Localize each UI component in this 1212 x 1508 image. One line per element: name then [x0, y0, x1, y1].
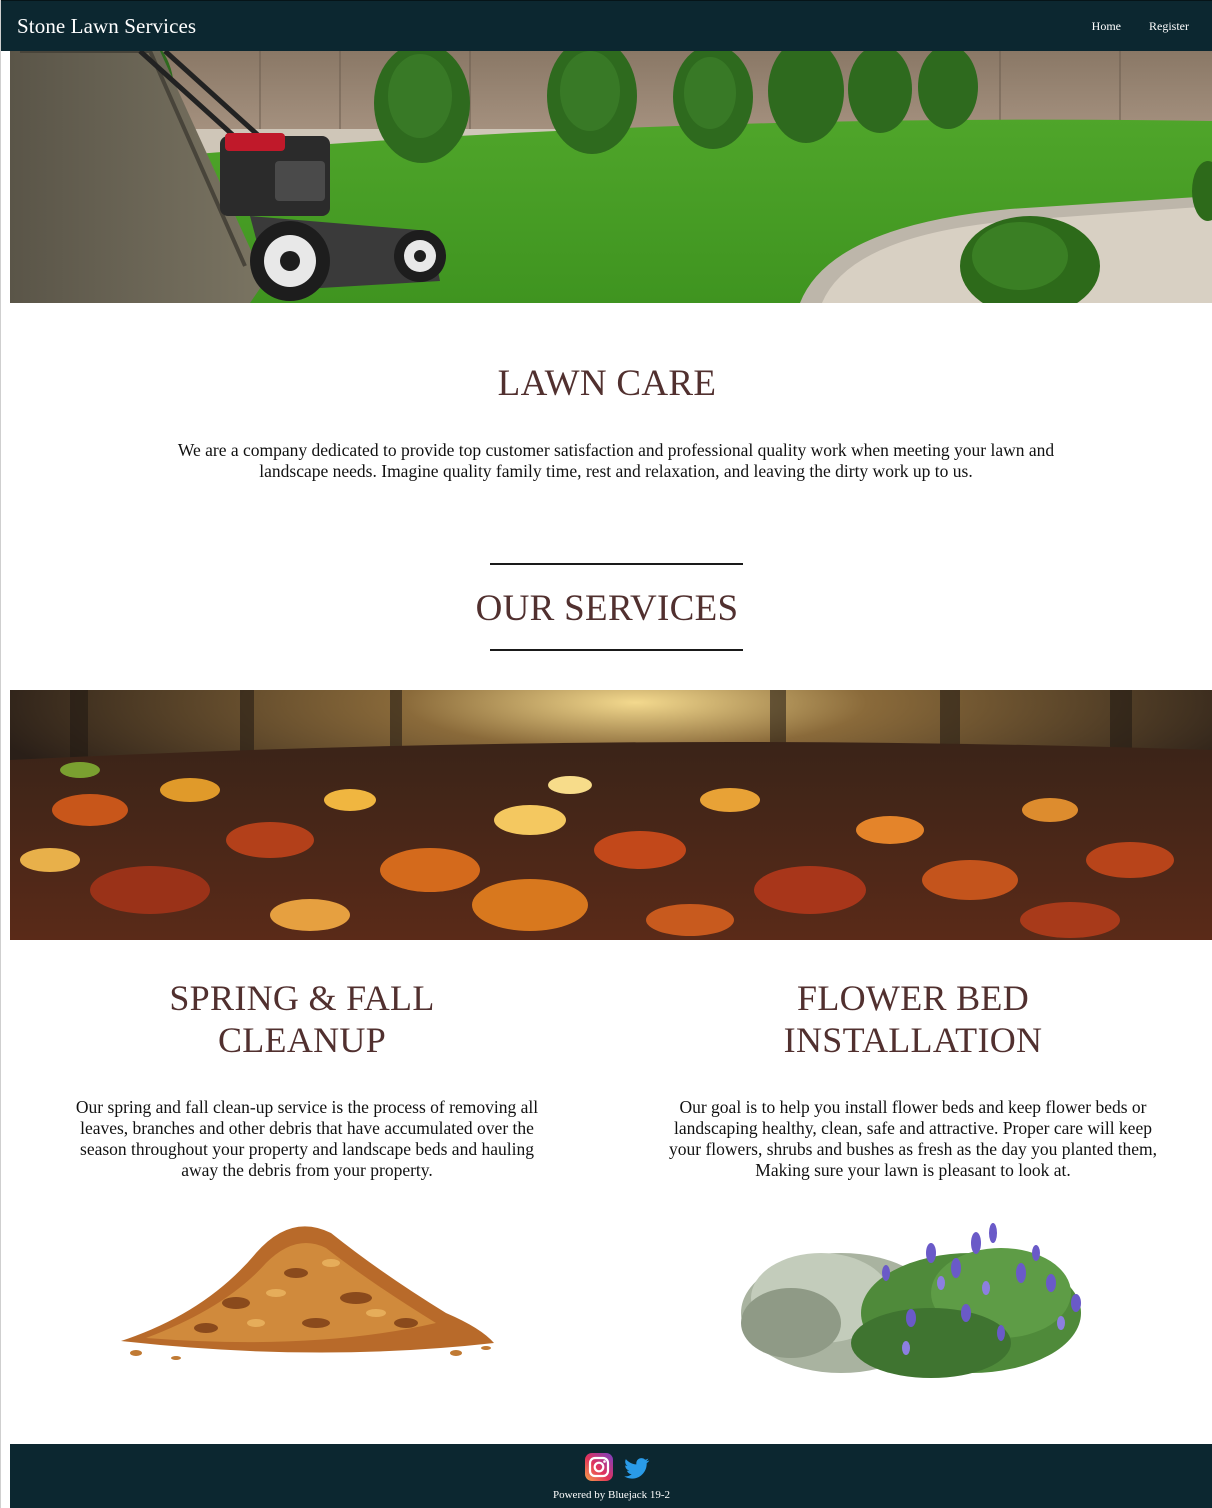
services-rule-top [490, 563, 743, 565]
service-cleanup-title-line1: SPRING & FALL [169, 978, 435, 1018]
service-cleanup-title: SPRING & FALL CLEANUP [42, 977, 562, 1061]
services-rule-bottom [490, 649, 743, 651]
instagram-icon[interactable] [584, 1452, 614, 1482]
page: Stone Lawn Services Home Register LAWN C… [0, 0, 1212, 1508]
lawn-care-heading: LAWN CARE [497, 363, 717, 404]
leaf-pile-image [116, 1213, 496, 1378]
service-flowerbed-title: FLOWER BED INSTALLATION [653, 977, 1173, 1061]
twitter-icon[interactable] [622, 1452, 652, 1482]
our-services-heading: OUR SERVICES [475, 588, 739, 629]
service-cleanup-text: Our spring and fall clean-up service is … [75, 1097, 539, 1180]
nav-home-link[interactable]: Home [1092, 19, 1121, 34]
service-flowerbed-title-line1: FLOWER BED [797, 978, 1029, 1018]
hero-lawn-image [10, 51, 1212, 303]
nav-register-link[interactable]: Register [1149, 19, 1189, 34]
service-flowerbed-text: Our goal is to help you install flower b… [669, 1097, 1157, 1180]
flower-bush-image [731, 1213, 1101, 1388]
brand-title[interactable]: Stone Lawn Services [17, 14, 196, 39]
footer: Powered by Bluejack 19-2 [10, 1444, 1212, 1508]
social-links [584, 1452, 652, 1482]
top-navbar: Stone Lawn Services Home Register [1, 0, 1212, 51]
service-flowerbed-title-line2: INSTALLATION [783, 1020, 1043, 1060]
nav-links: Home Register [1092, 19, 1189, 34]
service-cleanup-title-line2: CLEANUP [217, 1020, 387, 1060]
autumn-leaves-banner-image [10, 690, 1212, 940]
powered-by-text: Powered by Bluejack 19-2 [553, 1489, 670, 1501]
intro-paragraph: We are a company dedicated to provide to… [177, 440, 1055, 481]
